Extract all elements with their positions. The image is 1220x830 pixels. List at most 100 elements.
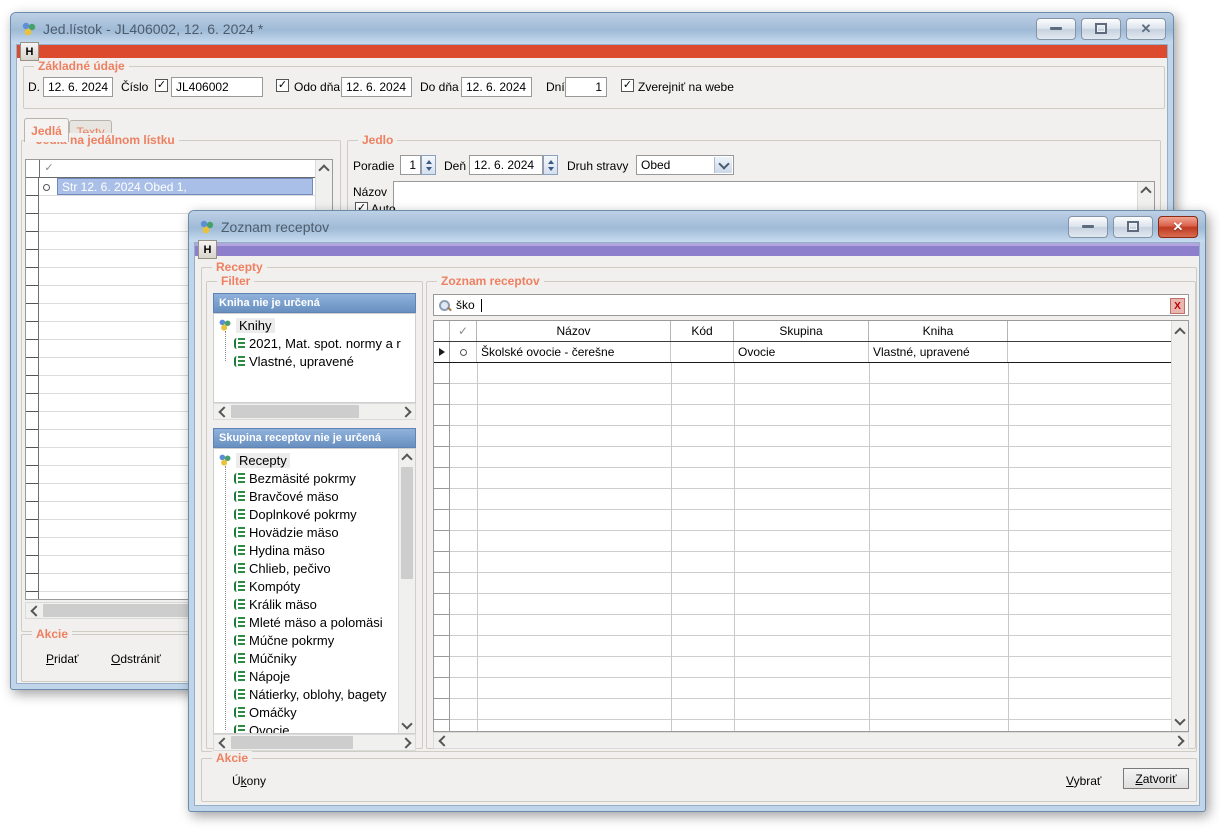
den-label: Deň [444,159,466,173]
tree-root-recepty[interactable]: Recepty [218,451,400,469]
cell-skupina[interactable]: Ovocie [734,342,869,362]
group-akcie-front: Akcie Úkony Vybrať Zatvoriť [201,758,1197,802]
vybrat-action[interactable]: Vybrať [1066,774,1101,788]
scroll-left-button[interactable] [214,735,231,750]
recipe-row-selected[interactable]: Školské ovocie - čerešne Ovocie Vlastné,… [434,342,1171,363]
tree-item-book[interactable]: 2021, Mat. spot. normy a r [234,334,415,352]
dni-input[interactable]: 1 [565,77,607,97]
tree-item-group[interactable]: Múčniky [234,649,400,667]
column-header-skupina[interactable]: Skupina [734,321,869,341]
tree-item-group[interactable]: Mleté mäso a polomäsi [234,613,400,631]
clear-search-button[interactable]: X [1170,298,1185,314]
grid-column-divider [671,342,672,731]
tab-jedla[interactable]: Jedlá [24,118,69,142]
tree-item-group[interactable]: Nápoje [234,667,400,685]
book-icon [234,617,245,628]
zatvorit-button[interactable]: Zatvoriť [1123,768,1189,789]
minimize-button[interactable] [1068,216,1108,238]
knihy-hscrollbar[interactable] [213,403,416,420]
tree-item-group[interactable]: Omáčky [234,703,400,721]
tree-item-group[interactable]: Chlieb, pečivo [234,559,400,577]
scroll-up-button[interactable] [1138,182,1154,198]
kniha-filter-header[interactable]: Kniha nie je určená [213,293,416,313]
tree-item-group[interactable]: Bravčové mäso [234,487,400,505]
poradie-spinner[interactable] [421,155,436,175]
scroll-up-button[interactable] [399,449,415,465]
scroll-left-button[interactable] [214,404,231,419]
tree-item-group[interactable]: Králik mäso [234,595,400,613]
maximize-button[interactable] [1081,18,1121,40]
recipes-table-body[interactable]: Školské ovocie - čerešne Ovocie Vlastné,… [434,342,1171,731]
close-button[interactable]: ✕ [1126,18,1166,40]
group-label: Recepty [212,260,267,274]
tree-item-group[interactable]: Kompóty [234,577,400,595]
skupina-filter-header[interactable]: Skupina receptov nie je určená [213,428,416,448]
scroll-down-button[interactable] [1172,713,1188,729]
selected-meal-row[interactable]: Str 12. 6. 2024 Obed 1, [26,178,315,196]
cell-filler [1008,342,1171,362]
titlebar-jedlistok[interactable]: Jed.lístok - JL406002, 12. 6. 2024 * ✕ [11,13,1173,44]
cislo-input[interactable]: JL406002 [171,77,263,97]
scroll-right-button[interactable] [398,735,415,750]
tree-item-group[interactable]: Múčne pokrmy [234,631,400,649]
den-spinner[interactable] [543,155,558,175]
minimize-button[interactable] [1036,18,1076,40]
table-hscrollbar[interactable] [433,732,1189,749]
cislo-checkbox[interactable] [155,79,168,92]
table-vscrollbar[interactable] [1171,321,1188,731]
column-header-kniha[interactable]: Kniha [869,321,1008,341]
den-input[interactable]: 12. 6. 2024 [469,155,543,175]
dropdown-button[interactable] [714,157,732,173]
cell-nazov[interactable]: Školské ovocie - čerešne [477,342,671,362]
odo-dna-input[interactable]: 12. 6. 2024 [341,77,412,97]
zverejnit-checkbox[interactable] [621,79,634,92]
tree-item-group[interactable]: Doplnkové pokrmy [234,505,400,523]
book-icon [234,473,245,484]
scroll-right-button[interactable] [398,404,415,419]
scroll-down-button[interactable] [399,717,415,733]
scroll-up-button[interactable] [316,160,332,176]
scroll-left-button[interactable] [26,603,43,618]
scrollbar-thumb[interactable] [401,467,413,579]
tree-item-group[interactable]: Nátierky, oblohy, bagety [234,685,400,703]
selected-meal-text[interactable]: Str 12. 6. 2024 Obed 1, [57,178,313,195]
row-check-cell[interactable] [450,342,477,362]
cell-kod[interactable] [671,342,734,362]
tree-item-group[interactable]: Bezmäsité pokrmy [234,469,400,487]
scrollbar-thumb[interactable] [231,736,353,749]
tree-item-group[interactable]: Hovädzie mäso [234,523,400,541]
group-zoznam-receptov: Zoznam receptov ško X ✓ Názov Kód Skupin… [426,281,1196,749]
odstranit-action[interactable]: Odstrániť [111,652,161,666]
tree-item-group[interactable]: Ovocie [234,721,400,734]
help-button[interactable]: H [20,42,39,61]
scrollbar-thumb[interactable] [231,405,359,418]
grid-column-divider [869,342,870,731]
help-button[interactable]: H [198,240,217,259]
tree-item-book[interactable]: Vlastné, upravené [234,352,415,370]
tree-item-group[interactable]: Hydina mäso [234,541,400,559]
maximize-button[interactable] [1113,216,1153,238]
titlebar-zoznam[interactable]: Zoznam receptov ✕ [189,211,1205,242]
tree-root-knihy[interactable]: Knihy [218,316,415,334]
column-header-nazov[interactable]: Názov [477,321,671,341]
tree-item-label: Bravčové mäso [249,489,339,504]
close-button[interactable]: ✕ [1158,216,1198,238]
pridat-action[interactable]: Pridať [46,652,79,666]
scroll-right-button[interactable] [1171,733,1188,748]
search-input[interactable]: ško X [433,294,1189,316]
cell-kniha[interactable]: Vlastné, upravené [869,342,1008,362]
do-dna-input[interactable]: 12. 6. 2024 [461,77,532,97]
ukony-action[interactable]: Úkony [232,774,266,788]
recepty-tree-vscrollbar[interactable] [398,449,415,733]
recepty-hscrollbar[interactable] [213,734,416,751]
scroll-up-button[interactable] [1172,323,1188,339]
spin-up-icon [426,160,432,164]
druh-stravy-select[interactable]: Obed [636,155,734,175]
scroll-left-button[interactable] [434,733,451,748]
poradie-input[interactable]: 1 [400,155,421,175]
odo-dna-checkbox[interactable] [276,79,289,92]
chevron-up-icon [318,164,329,175]
book-icon [234,707,245,718]
date-d-input[interactable]: 12. 6. 2024 [43,77,113,97]
column-header-kod[interactable]: Kód [671,321,734,341]
